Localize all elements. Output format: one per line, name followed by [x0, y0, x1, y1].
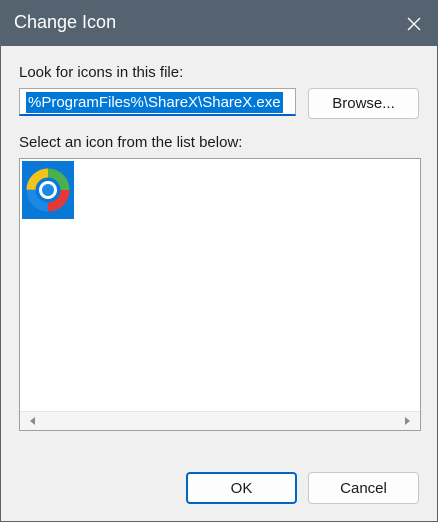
window-title: Change Icon	[14, 12, 117, 32]
file-label: Look for icons in this file:	[19, 64, 184, 81]
horizontal-scrollbar[interactable]	[20, 411, 420, 430]
close-button[interactable]	[391, 1, 437, 46]
scroll-right-arrow-icon[interactable]	[402, 416, 412, 426]
cancel-button[interactable]: Cancel	[308, 472, 419, 504]
icon-list-label: Select an icon from the list below:	[19, 134, 243, 151]
icon-item-selected[interactable]	[22, 161, 74, 219]
browse-button[interactable]: Browse...	[308, 88, 419, 119]
title-bar[interactable]: Change Icon	[1, 1, 437, 46]
icon-file-input[interactable]: %ProgramFiles%\ShareX\ShareX.exe	[19, 88, 296, 116]
file-path-text: %ProgramFiles%\ShareX\ShareX.exe	[26, 92, 283, 113]
close-icon	[407, 17, 421, 30]
ok-button[interactable]: OK	[186, 472, 297, 504]
icon-list[interactable]	[19, 158, 421, 431]
change-icon-dialog: Change Icon Look for icons in this file:…	[0, 0, 438, 522]
scroll-left-arrow-icon[interactable]	[28, 416, 38, 426]
sharex-icon	[26, 168, 70, 212]
